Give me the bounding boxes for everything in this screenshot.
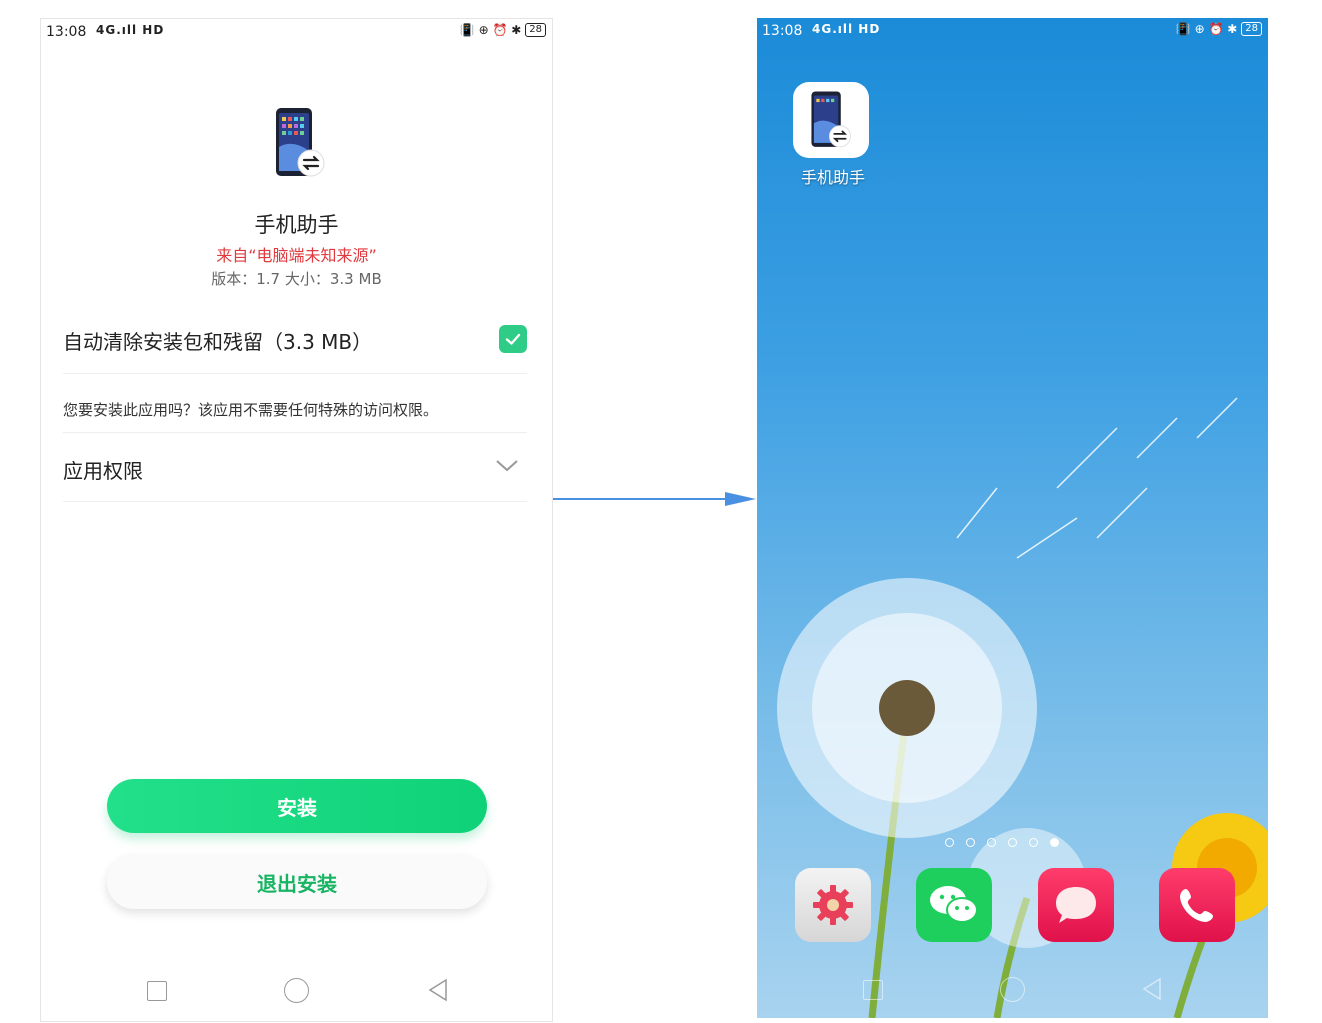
app-version-size: 版本：1.7 大小：3.3 MB (211, 270, 382, 288)
status-icons: 📳 ⊕ ⏰ ✱ 28 (1176, 22, 1262, 36)
battery-icon: 28 (1241, 22, 1262, 36)
wechat-icon[interactable] (916, 868, 993, 942)
phone-assistant-app-icon[interactable] (793, 82, 869, 158)
page-dot (945, 838, 954, 847)
home-app-phone-assistant[interactable]: 手机助手 (793, 82, 873, 188)
exit-install-button[interactable]: 退出安装 (107, 855, 487, 909)
phone-handset-icon (1179, 889, 1213, 922)
back-button[interactable] (1141, 977, 1163, 1001)
app-permissions-expander[interactable]: 应用权限 (63, 451, 527, 502)
page-dot (1008, 838, 1017, 847)
phone-assistant-glyph (811, 91, 851, 148)
home-screen: 13:08 4G.ıll HD 📳 ⊕ ⏰ ✱ 28 手机助手 (757, 18, 1268, 1018)
check-icon (505, 333, 521, 345)
app-source-warning: 来自“电脑端未知来源” (216, 246, 377, 265)
page-dot-active (1050, 838, 1059, 847)
status-icons: 📳 ⊕ ⏰ ✱ 28 (460, 23, 546, 37)
navigation-bar (757, 968, 1268, 1008)
recents-button[interactable] (863, 980, 883, 1000)
page-dot (987, 838, 996, 847)
page-indicator (945, 838, 1059, 847)
auto-clean-option[interactable]: 自动清除安装包和残留（3.3 MB） (63, 317, 527, 374)
navigation-bar (41, 969, 552, 1009)
home-button[interactable] (1000, 977, 1025, 1002)
permission-notice: 您要安装此应用吗？该应用不需要任何特殊的访问权限。 (63, 399, 527, 433)
app-name: 手机助手 (254, 213, 339, 237)
auto-clean-label: 自动清除安装包和残留（3.3 MB） (63, 330, 373, 354)
page-dot (1029, 838, 1038, 847)
recents-button[interactable] (147, 981, 167, 1001)
battery-icon: 28 (525, 23, 546, 37)
transition-arrow (553, 492, 756, 506)
messages-icon[interactable] (1037, 868, 1114, 942)
status-time: 13:08 (762, 23, 803, 39)
status-indicator-icons: 📳 ⊕ ⏰ ✱ (1175, 22, 1238, 36)
status-bar: 13:08 4G.ıll HD 📳 ⊕ ⏰ ✱ 28 (41, 19, 552, 47)
gear-icon (813, 885, 853, 925)
signal-indicator: 4G.ıll HD (812, 22, 881, 36)
install-button[interactable]: 安装 (107, 779, 487, 833)
phone-icon[interactable] (1158, 868, 1235, 942)
back-button[interactable] (427, 978, 449, 1002)
status-bar: 13:08 4G.ıll HD 📳 ⊕ ⏰ ✱ 28 (757, 18, 1268, 46)
message-bubble-icon (1055, 887, 1096, 923)
home-app-label: 手机助手 (800, 168, 865, 187)
installer-screen: 13:08 4G.ıll HD 📳 ⊕ ⏰ ✱ 28 手机助手 来自“电脑端未知… (40, 18, 553, 1022)
dock (795, 868, 1235, 942)
home-button[interactable] (284, 978, 309, 1003)
signal-indicator: 4G.ıll HD (96, 23, 165, 37)
auto-clean-checkbox[interactable] (499, 325, 527, 353)
page-dot (966, 838, 975, 847)
chevron-down-icon (496, 460, 518, 472)
wechat-bubbles-icon (930, 886, 979, 923)
status-indicator-icons: 📳 ⊕ ⏰ ✱ (459, 23, 522, 37)
app-permissions-label: 应用权限 (63, 459, 143, 483)
settings-icon[interactable] (795, 868, 871, 942)
phone-assistant-app-icon (276, 108, 325, 177)
status-time: 13:08 (46, 24, 87, 40)
